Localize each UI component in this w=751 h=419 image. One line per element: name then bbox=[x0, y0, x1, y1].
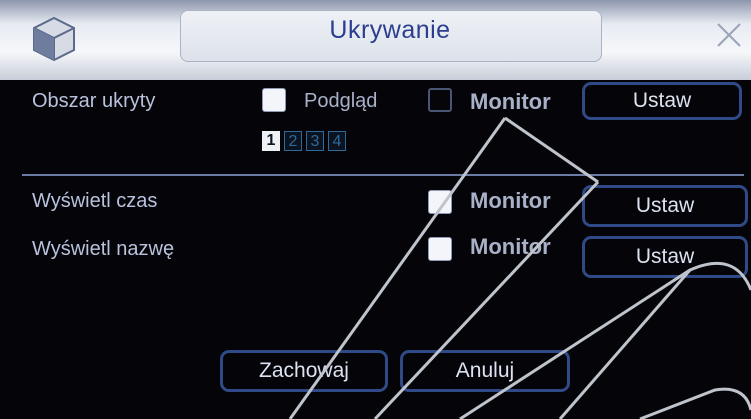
dialog-content: Obszar ukryty Podgląd Monitor Ustaw 1 2 … bbox=[0, 80, 751, 419]
area-tab-3[interactable]: 3 bbox=[306, 131, 324, 151]
close-icon[interactable] bbox=[712, 18, 746, 52]
time-monitor-checkbox[interactable] bbox=[428, 190, 452, 214]
name-overlay-label: Wyświetl nazwę bbox=[32, 238, 175, 260]
name-monitor-checkbox[interactable] bbox=[428, 237, 452, 261]
area-tab-1[interactable]: 1 bbox=[262, 131, 280, 151]
privacy-area-label: Obszar ukryty bbox=[32, 90, 156, 112]
time-overlay-label: Wyświetl czas bbox=[32, 190, 158, 212]
cancel-button[interactable]: Anuluj bbox=[400, 350, 570, 392]
save-button[interactable]: Zachowaj bbox=[220, 350, 388, 392]
time-monitor-label: Monitor bbox=[470, 188, 551, 213]
name-monitor-label: Monitor bbox=[470, 234, 551, 259]
time-set-button[interactable]: Ustaw bbox=[582, 185, 748, 227]
area-tab-2[interactable]: 2 bbox=[284, 131, 302, 151]
preview-label: Podgląd bbox=[304, 90, 378, 112]
privacy-mask-dialog: Ukrywanie Obszar ukryty Podgląd Monitor … bbox=[0, 0, 751, 419]
privacy-monitor-label: Monitor bbox=[470, 89, 551, 114]
dialog-title: Ukrywanie bbox=[329, 16, 451, 44]
privacy-monitor-checkbox[interactable] bbox=[428, 88, 452, 112]
area-tab-4[interactable]: 4 bbox=[328, 131, 346, 151]
name-set-button[interactable]: Ustaw bbox=[582, 236, 748, 278]
privacy-set-button[interactable]: Ustaw bbox=[582, 82, 742, 120]
cube-logo-icon bbox=[33, 16, 75, 62]
title-bar: Ukrywanie bbox=[0, 0, 751, 80]
section-divider bbox=[22, 174, 744, 176]
preview-checkbox[interactable] bbox=[262, 88, 286, 112]
